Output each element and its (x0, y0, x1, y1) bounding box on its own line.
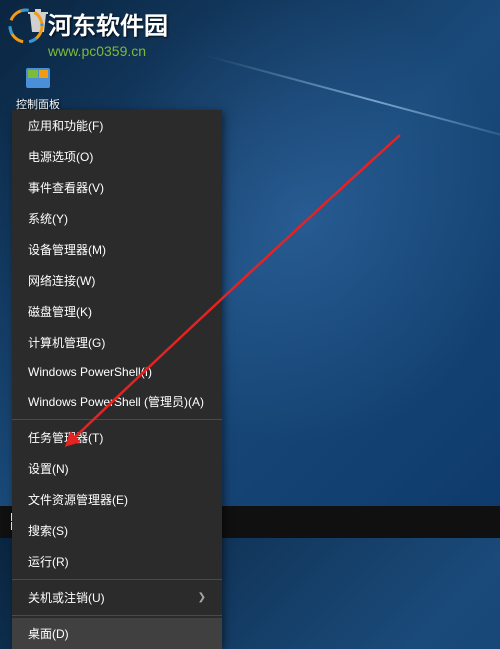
watermark-logo (8, 8, 44, 44)
menu-event-viewer[interactable]: 事件查看器(V) (12, 172, 222, 203)
control-panel-icon[interactable]: 控制面板 (14, 62, 62, 112)
menu-shutdown-signout[interactable]: 关机或注销(U) ❯ (12, 582, 222, 613)
menu-network-connections[interactable]: 网络连接(W) (12, 265, 222, 296)
menu-separator (12, 579, 222, 580)
watermark-url: www.pc0359.cn (48, 43, 168, 59)
menu-search[interactable]: 搜索(S) (12, 515, 222, 546)
menu-file-explorer[interactable]: 文件资源管理器(E) (12, 484, 222, 515)
menu-powershell-admin[interactable]: Windows PowerShell (管理员)(A) (12, 386, 222, 417)
watermark-title: 河东软件园 (48, 6, 168, 41)
menu-disk-management[interactable]: 磁盘管理(K) (12, 296, 222, 327)
menu-device-manager[interactable]: 设备管理器(M) (12, 234, 222, 265)
menu-power-options[interactable]: 电源选项(O) (12, 141, 222, 172)
watermark: 河东软件园 www.pc0359.cn (48, 6, 168, 59)
menu-settings[interactable]: 设置(N) (12, 453, 222, 484)
menu-powershell[interactable]: Windows PowerShell(I) (12, 358, 222, 386)
menu-separator (12, 615, 222, 616)
menu-apps-features[interactable]: 应用和功能(F) (12, 110, 222, 141)
winx-context-menu: 应用和功能(F) 电源选项(O) 事件查看器(V) 系统(Y) 设备管理器(M)… (12, 110, 222, 649)
menu-task-manager[interactable]: 任务管理器(T) (12, 422, 222, 453)
menu-run[interactable]: 运行(R) (12, 546, 222, 577)
settings-icon (22, 62, 54, 94)
menu-desktop[interactable]: 桌面(D) (12, 618, 222, 649)
menu-separator (12, 419, 222, 420)
menu-computer-management[interactable]: 计算机管理(G) (12, 327, 222, 358)
chevron-right-icon: ❯ (198, 592, 206, 603)
menu-system[interactable]: 系统(Y) (12, 203, 222, 234)
